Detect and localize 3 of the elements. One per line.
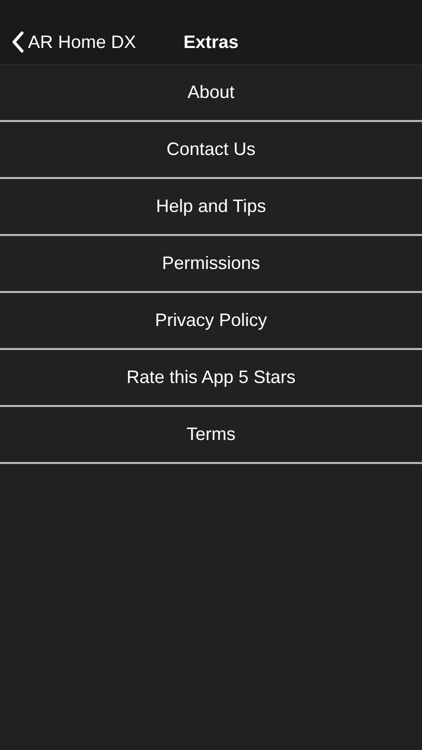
chevron-left-icon (12, 31, 24, 53)
back-button[interactable]: AR Home DX (0, 31, 136, 53)
screen-title: Extras (183, 32, 239, 52)
